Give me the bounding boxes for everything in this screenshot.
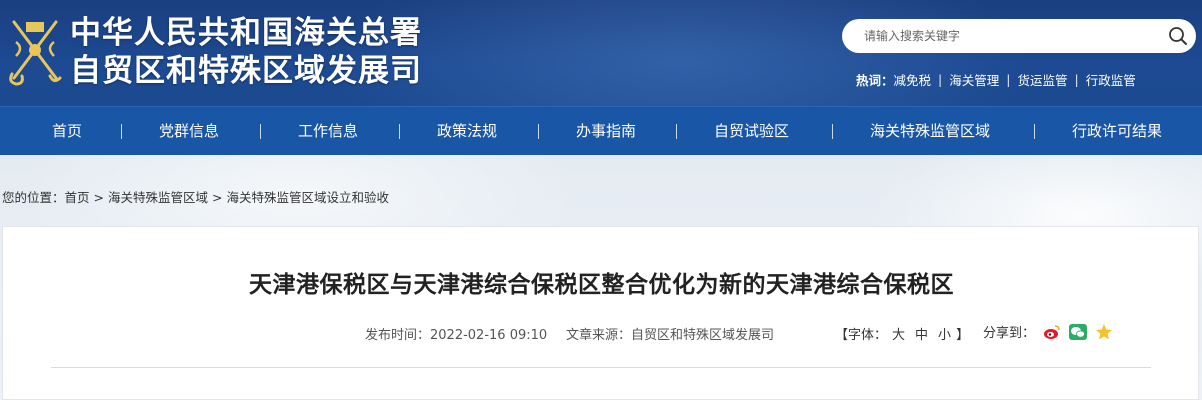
nav-separator xyxy=(1034,124,1035,139)
breadcrumb-separator: > xyxy=(212,190,223,205)
nav-separator xyxy=(399,124,400,139)
nav-separator xyxy=(260,124,261,139)
search-box xyxy=(842,19,1196,53)
main-nav: 首页 党群信息 工作信息 政策法规 办事指南 自贸试验区 海关特殊监管区域 行政… xyxy=(0,106,1202,155)
hotwords-bar: 热词： 减免税 | 海关管理 | 货运监管 | 行政监管 xyxy=(856,70,1136,89)
publish-label: 发布时间： xyxy=(365,328,431,343)
article-source: 文章来源：自贸区和特殊区域发展司 xyxy=(566,324,774,343)
font-size-large[interactable]: 大 xyxy=(892,328,905,343)
nav-separator xyxy=(676,124,677,139)
customs-emblem-icon[interactable] xyxy=(4,12,66,88)
site-title-line1: 中华人民共和国海关总署 xyxy=(70,15,422,51)
hotword-link-1[interactable]: 减免税 xyxy=(894,70,932,89)
site-header: 中华人民共和国海关总署 自贸区和特殊区域发展司 热词： 减免税 | 海关管理 |… xyxy=(0,0,1202,106)
nav-separator xyxy=(832,124,833,139)
breadcrumb-home[interactable]: 首页 xyxy=(65,190,90,205)
wechat-icon[interactable] xyxy=(1069,323,1088,341)
weibo-icon[interactable] xyxy=(1043,323,1061,341)
nav-item-special-zones[interactable]: 海关特殊监管区域 xyxy=(870,107,990,156)
share-bar: 分享到： xyxy=(983,322,1113,341)
breadcrumb-special-zones[interactable]: 海关特殊监管区域 xyxy=(108,190,208,205)
font-size-control: 【字体： 大中小】 xyxy=(835,324,969,343)
site-title[interactable]: 中华人民共和国海关总署 自贸区和特殊区域发展司 xyxy=(70,14,422,90)
article-panel: 天津港保税区与天津港综合保税区整合优化为新的天津港综合保税区 发布时间：2022… xyxy=(2,226,1199,400)
hotword-link-4[interactable]: 行政监管 xyxy=(1086,70,1136,89)
font-size-small[interactable]: 小 xyxy=(938,328,951,343)
hotwords-label: 热词： xyxy=(856,73,894,88)
share-label: 分享到： xyxy=(983,326,1036,341)
hotword-link-2[interactable]: 海关管理 xyxy=(949,70,999,89)
nav-item-policy[interactable]: 政策法规 xyxy=(437,107,497,156)
site-title-line2: 自贸区和特殊区域发展司 xyxy=(70,53,422,89)
nav-item-work[interactable]: 工作信息 xyxy=(298,107,358,156)
nav-item-home[interactable]: 首页 xyxy=(52,107,82,156)
article-divider xyxy=(51,367,1151,368)
article-title: 天津港保税区与天津港综合保税区整合优化为新的天津港综合保税区 xyxy=(249,272,954,298)
font-size-medium[interactable]: 中 xyxy=(915,328,928,343)
source-label: 文章来源： xyxy=(566,328,632,343)
nav-item-guide[interactable]: 办事指南 xyxy=(576,107,636,156)
breadcrumb-establishment[interactable]: 海关特殊监管区域设立和验收 xyxy=(227,190,390,205)
nav-separator xyxy=(538,124,539,139)
qzone-icon[interactable] xyxy=(1095,323,1113,341)
publish-value: 2022-02-16 09:10 xyxy=(430,328,548,343)
nav-item-ftz[interactable]: 自贸试验区 xyxy=(714,107,789,156)
search-icon[interactable] xyxy=(1168,26,1188,46)
font-size-label: 【字体： xyxy=(835,328,888,343)
hotword-separator: | xyxy=(1006,72,1011,87)
nav-item-party[interactable]: 党群信息 xyxy=(159,107,219,156)
hotword-separator: | xyxy=(938,72,943,87)
nav-separator xyxy=(121,124,122,139)
font-size-close: 】 xyxy=(956,328,970,343)
hotword-separator: | xyxy=(1074,72,1079,87)
hotword-link-3[interactable]: 货运监管 xyxy=(1017,70,1067,89)
publish-time: 发布时间：2022-02-16 09:10 xyxy=(365,324,547,343)
search-input[interactable] xyxy=(864,21,1164,51)
source-value: 自贸区和特殊区域发展司 xyxy=(631,328,775,343)
breadcrumb: 您的位置：首页 > 海关特殊监管区域 > 海关特殊监管区域设立和验收 xyxy=(2,187,389,206)
breadcrumb-separator: > xyxy=(93,190,105,205)
nav-item-license-results[interactable]: 行政许可结果 xyxy=(1072,107,1162,156)
header-glow xyxy=(330,0,1030,106)
breadcrumb-prefix: 您的位置： xyxy=(2,190,65,205)
